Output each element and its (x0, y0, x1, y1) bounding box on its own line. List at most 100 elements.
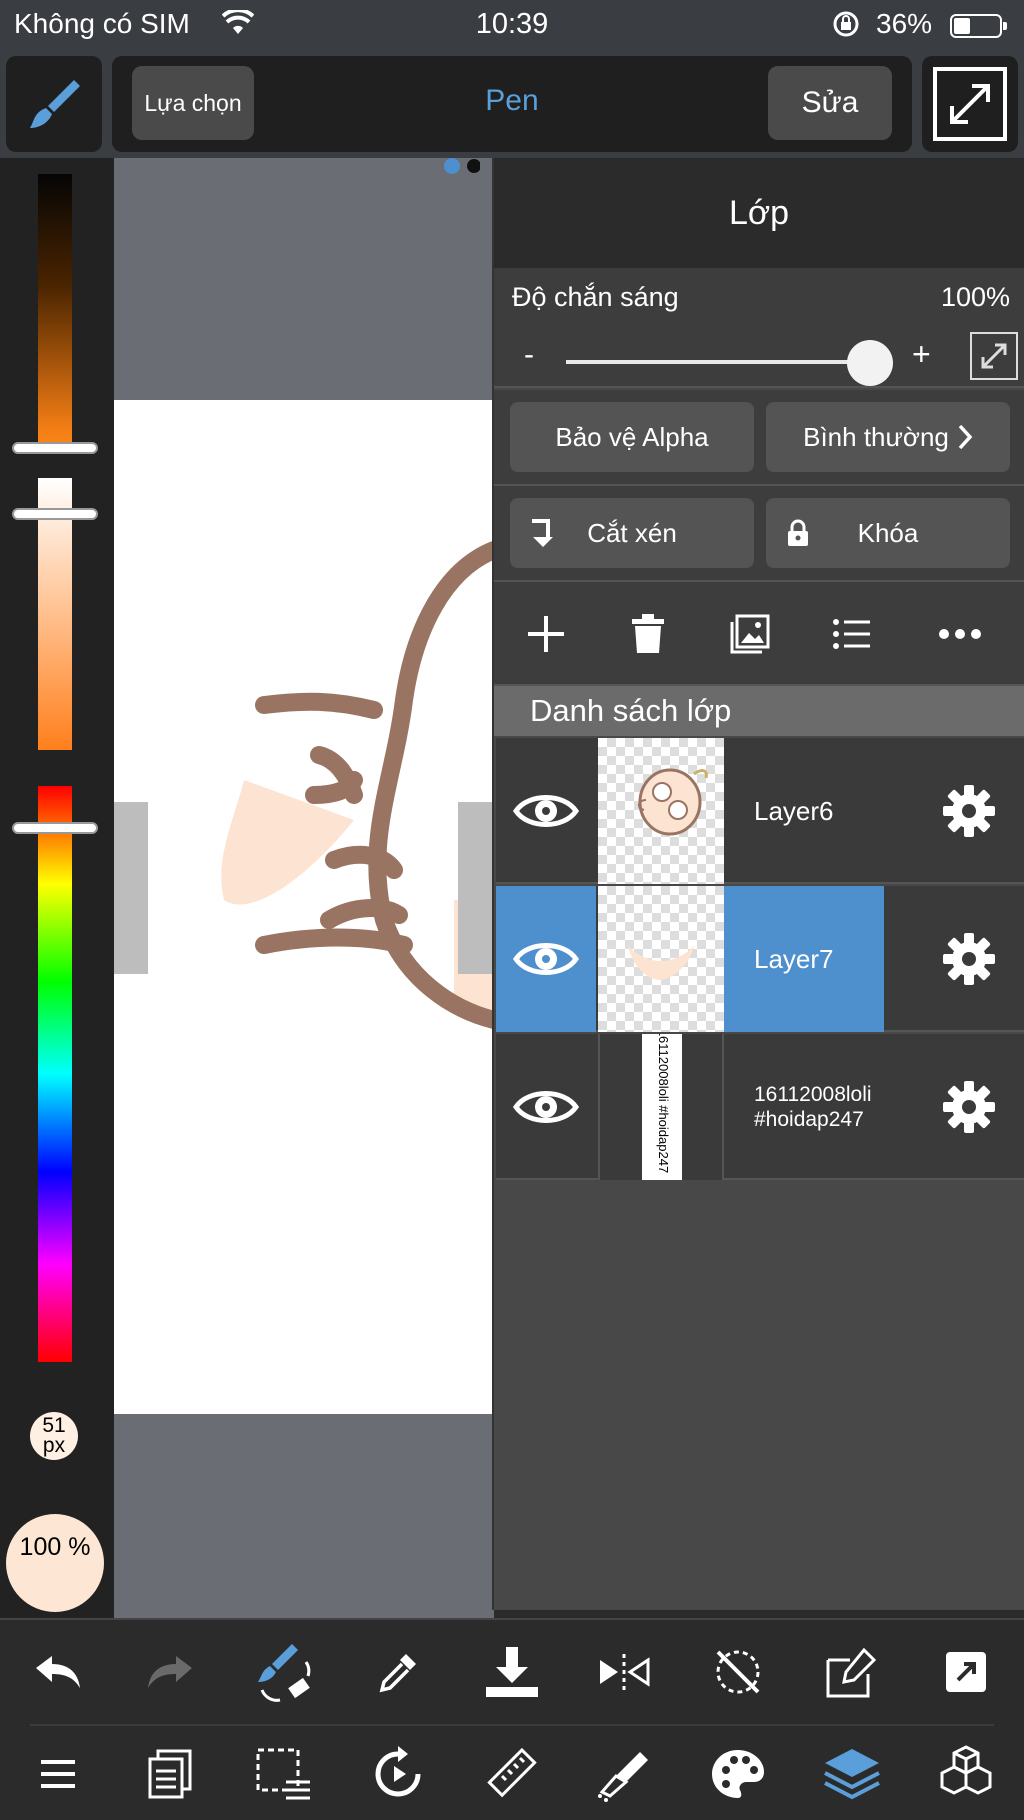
layer-settings-button[interactable] (912, 1034, 1024, 1180)
layer-visibility-toggle[interactable] (496, 738, 596, 884)
clipping-button[interactable]: Cắt xén (510, 498, 754, 568)
flip-button[interactable] (588, 1636, 660, 1708)
image-icon (730, 614, 770, 654)
redo-icon (148, 1656, 192, 1688)
layer-row[interactable]: 16112008loli #hoidap247 16112008loli #ho… (496, 1034, 1024, 1180)
share-button[interactable] (930, 1636, 1002, 1708)
opacity-slider[interactable] (566, 360, 870, 364)
hue-slider-knob[interactable] (12, 822, 98, 834)
lock-icon (788, 519, 808, 546)
brush-eraser-toggle[interactable] (248, 1636, 320, 1708)
fullscreen-button[interactable] (922, 56, 1018, 152)
layers-button[interactable] (816, 1738, 888, 1810)
edit-button[interactable]: Sửa (768, 66, 892, 140)
layer-opacity-row: Độ chắn sáng 100% - + (494, 268, 1024, 388)
value-slider-knob[interactable] (12, 442, 98, 454)
undo-icon (36, 1656, 80, 1688)
tool-header: Lựa chọn Pen Sửa (112, 56, 912, 152)
menu-button[interactable] (22, 1738, 94, 1810)
page-indicator (440, 158, 481, 183)
clip-arrow-icon (532, 519, 553, 547)
drawing-canvas[interactable] (114, 158, 494, 1618)
eye-icon (513, 1091, 579, 1123)
flip-icon (600, 1654, 650, 1690)
eyedropper-icon (379, 1654, 416, 1693)
share-icon (946, 1652, 986, 1692)
value-slider[interactable] (38, 174, 72, 454)
bottom-toolbar (0, 1618, 1024, 1820)
add-layer-button[interactable] (518, 606, 574, 662)
layer-row[interactable]: Layer6 (496, 738, 1024, 884)
right-panel-handle[interactable] (458, 802, 492, 974)
gear-icon (943, 785, 995, 837)
layer-settings-button[interactable] (912, 886, 1024, 1032)
brush-tool-button[interactable] (6, 56, 102, 152)
layer-settings-button[interactable] (912, 738, 1024, 884)
battery-icon (950, 14, 1007, 38)
ruler-button[interactable] (476, 1738, 548, 1810)
layer-thumbnail-text: 16112008loli #hoidap247 (656, 1034, 671, 1174)
clock: 10:39 (475, 8, 549, 40)
color-palette-button[interactable] (702, 1738, 774, 1810)
layer-image-button[interactable] (722, 606, 778, 662)
selection-tool-button[interactable] (248, 1738, 320, 1810)
left-panel-handle[interactable] (114, 802, 148, 974)
brush-icon (30, 80, 80, 128)
pages-icon (148, 1749, 192, 1799)
expand-icon (933, 67, 1007, 141)
plus-icon (528, 616, 564, 652)
eyedropper-button[interactable] (362, 1636, 434, 1708)
alpha-blend-row: Bảo vệ Alpha Bình thường (494, 390, 1024, 486)
opacity-decrease-button[interactable]: - (524, 338, 534, 372)
layer-visibility-toggle[interactable] (496, 886, 596, 1032)
opacity-slider-thumb[interactable] (847, 340, 893, 386)
transform-button[interactable] (362, 1738, 434, 1810)
saturation-slider-knob[interactable] (12, 508, 98, 520)
layer-thumbnail (598, 886, 724, 1032)
lock-label: Khóa (857, 517, 919, 548)
opacity-increase-button[interactable]: + (912, 336, 931, 373)
alpha-protect-button[interactable]: Bảo vệ Alpha (510, 402, 754, 472)
cubes-icon (940, 1745, 992, 1795)
layer-name: Layer6 (754, 795, 834, 826)
brush-opacity-indicator[interactable]: 100 % (6, 1514, 104, 1612)
brush-swap-icon (258, 1644, 311, 1702)
edit-canvas-button[interactable] (816, 1636, 888, 1708)
layer-panel: Lớp Độ chắn sáng 100% - + Bảo vệ Alpha B… (492, 158, 1024, 1610)
rotate-icon (375, 1746, 421, 1797)
eye-icon (513, 943, 579, 975)
canvas-paper[interactable] (114, 400, 494, 1414)
chevron-right-icon (958, 424, 973, 450)
opacity-expand-button[interactable] (970, 332, 1018, 380)
delete-layer-button[interactable] (620, 606, 676, 662)
trash-icon (632, 614, 664, 653)
color-panel: 51 px 100 % (0, 158, 114, 1618)
toolbar-divider (30, 1724, 994, 1726)
pages-button[interactable] (134, 1738, 206, 1810)
material-button[interactable] (588, 1738, 660, 1810)
palette-icon (712, 1750, 764, 1798)
artwork (221, 541, 494, 1029)
3d-button[interactable] (930, 1738, 1002, 1810)
ruler-icon (487, 1747, 537, 1798)
more-options-button[interactable] (932, 606, 988, 662)
layer-visibility-toggle[interactable] (496, 1034, 596, 1180)
selection-icon (256, 1748, 310, 1800)
layer-thumbnail: 16112008loli #hoidap247 (598, 1034, 724, 1180)
download-icon (486, 1647, 538, 1697)
lock-button[interactable]: Khóa (766, 498, 1010, 568)
hue-slider[interactable] (38, 786, 72, 1362)
blend-mode-button[interactable]: Bình thường (766, 402, 1010, 472)
undo-button[interactable] (22, 1636, 94, 1708)
redo-button[interactable] (134, 1636, 206, 1708)
blend-mode-label: Bình thường (803, 421, 949, 452)
clip-lock-row: Cắt xén Khóa (494, 486, 1024, 582)
save-button[interactable] (476, 1636, 548, 1708)
layer-list-button[interactable] (824, 606, 880, 662)
layer-row-selected[interactable]: Layer7 (496, 886, 1024, 1032)
battery-percent: 36% (876, 8, 933, 39)
opacity-label: Độ chắn sáng (512, 282, 679, 312)
brush-size-indicator[interactable]: 51 px (30, 1412, 78, 1460)
clipping-label: Cắt xén (587, 517, 677, 548)
snap-off-button[interactable] (702, 1636, 774, 1708)
